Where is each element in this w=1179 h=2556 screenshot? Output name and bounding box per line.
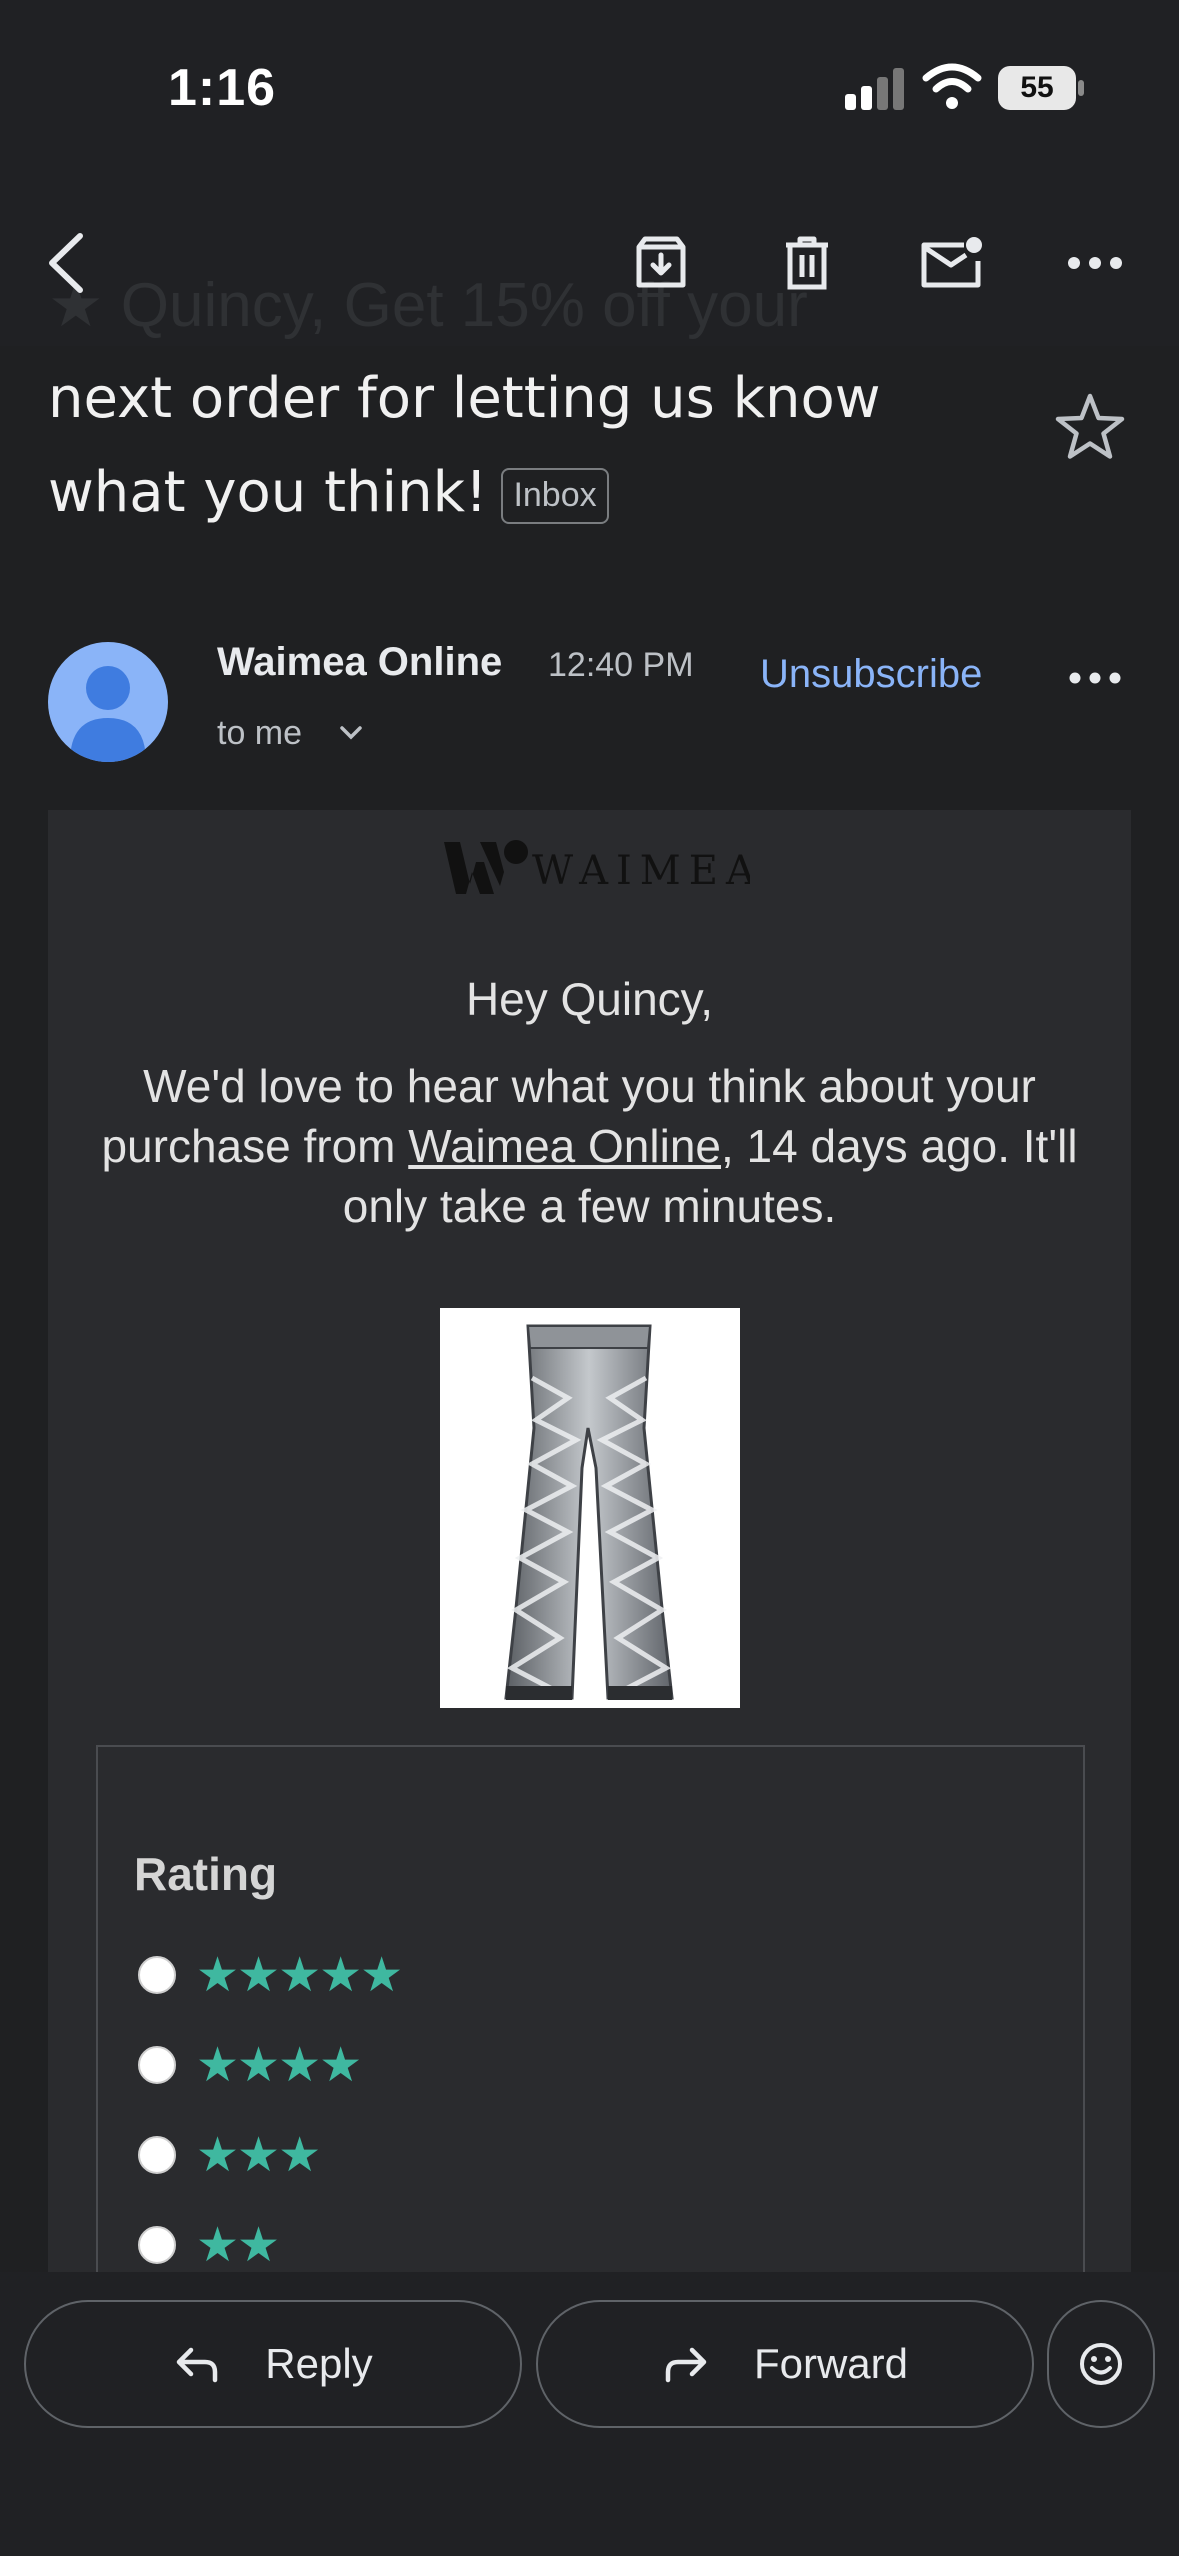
mark-unread-button[interactable]	[910, 222, 992, 304]
status-time: 1:16	[168, 59, 277, 117]
more-options-button[interactable]	[1054, 222, 1136, 304]
more-horizontal-icon	[1068, 257, 1122, 269]
forward-button[interactable]: Forward	[536, 2300, 1034, 2428]
battery-indicator: 55	[998, 66, 1076, 110]
status-bar: 1:16 55	[0, 0, 1179, 180]
star-rating: ★★★	[196, 2127, 321, 2183]
chevron-left-icon	[49, 233, 83, 293]
sender-avatar[interactable]	[48, 642, 168, 762]
back-button[interactable]	[26, 222, 108, 304]
mail-unread-icon	[921, 237, 982, 288]
star-icon[interactable]	[1050, 388, 1130, 468]
logo-wordmark: WAIMEA	[532, 848, 750, 894]
email-greeting: Hey Quincy,	[465, 973, 714, 1025]
rating-option-3[interactable]: ★★★	[138, 2125, 321, 2185]
radio-button[interactable]	[138, 2226, 176, 2264]
delete-button[interactable]	[766, 222, 848, 304]
store-link[interactable]: Waimea Online	[408, 1120, 721, 1172]
rating-option-2[interactable]: ★★	[138, 2215, 280, 2272]
battery-cap	[1078, 80, 1084, 96]
rating-option-5[interactable]: ★★★★★	[138, 1945, 403, 2005]
more-horizontal-icon	[1069, 672, 1121, 684]
archive-button[interactable]	[620, 222, 702, 304]
archive-icon	[636, 236, 686, 288]
subject-text: next order for letting us know what you …	[48, 366, 881, 525]
star-rating: ★★★★★	[196, 1947, 403, 2003]
unsubscribe-link[interactable]: Unsubscribe	[760, 652, 982, 697]
jeans-image	[504, 1324, 674, 1700]
emoji-reaction-button[interactable]	[1047, 2300, 1155, 2428]
radio-button[interactable]	[138, 1956, 176, 1994]
recipient-label[interactable]: to me	[217, 714, 302, 753]
rating-title: Rating	[134, 1848, 278, 1900]
person-icon	[70, 666, 146, 762]
chevron-down-icon[interactable]	[338, 724, 364, 742]
wifi-icon	[922, 63, 982, 109]
sender-name[interactable]: Waimea Online	[217, 640, 502, 685]
trash-icon	[786, 236, 828, 290]
sent-time: 12:40 PM	[548, 646, 694, 684]
reply-label: Reply	[265, 2340, 373, 2387]
inbox-label[interactable]: Inbox	[501, 467, 609, 524]
star-rating: ★★★★	[196, 2037, 362, 2093]
rating-form: Rating ★★★★★ ★★★★ ★★★ ★★	[96, 1745, 1085, 2272]
rating-option-4[interactable]: ★★★★	[138, 2035, 362, 2095]
cellular-signal-icon	[845, 68, 905, 110]
message-more-button[interactable]	[1060, 650, 1130, 706]
reply-button[interactable]: Reply	[24, 2300, 522, 2428]
product-image[interactable]	[440, 1308, 740, 1708]
email-message: We'd love to hear what you think about y…	[88, 1056, 1091, 1236]
waimea-logo: WAIMEA	[444, 840, 750, 894]
radio-button[interactable]	[138, 2136, 176, 2174]
email-body: WAIMEA Hey Quincy, We'd love to hear wha…	[48, 810, 1131, 2272]
star-rating: ★★	[196, 2217, 280, 2272]
reply-icon	[177, 2347, 218, 2383]
smiley-icon	[1080, 2343, 1122, 2385]
forward-icon	[665, 2347, 707, 2383]
forward-label: Forward	[753, 2340, 909, 2387]
email-subject: next order for letting us know what you …	[48, 352, 1008, 540]
radio-button[interactable]	[138, 2046, 176, 2084]
